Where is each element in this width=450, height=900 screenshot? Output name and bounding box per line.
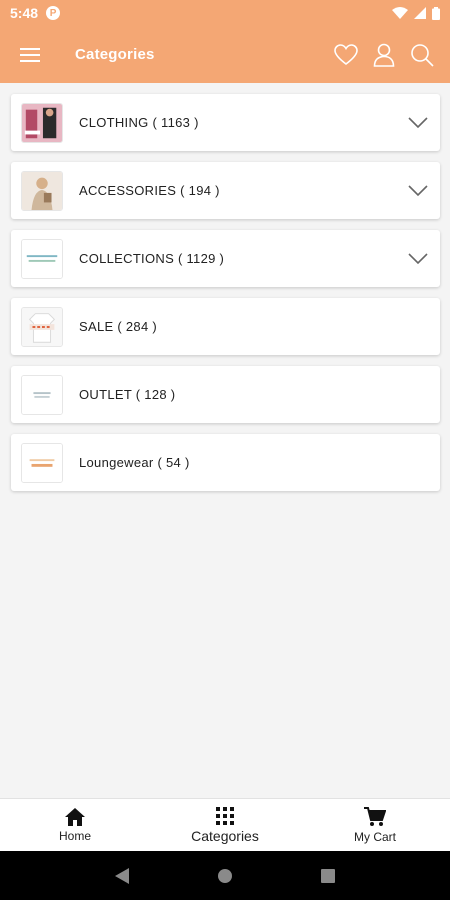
- wishlist-button[interactable]: [332, 41, 360, 69]
- status-time: 5:48: [10, 5, 39, 21]
- category-item-accessories[interactable]: ACCESSORIES ( 194 ): [11, 162, 440, 219]
- account-button[interactable]: [370, 41, 398, 69]
- cart-icon: [364, 806, 386, 826]
- back-button[interactable]: [107, 861, 137, 891]
- category-label: CLOTHING ( 1163 ): [79, 115, 199, 130]
- accessories-thumbnail: [21, 170, 63, 211]
- category-list: CLOTHING ( 1163 ) ACCESSORIES ( 194 ) CO…: [0, 83, 450, 502]
- home-system-button[interactable]: [210, 861, 240, 891]
- battery-icon: [432, 6, 440, 20]
- recents-square-icon: [321, 868, 336, 883]
- page-title: Categories: [75, 46, 155, 63]
- back-triangle-icon: [114, 867, 129, 884]
- category-label: SALE ( 284 ): [79, 319, 158, 334]
- user-icon: [373, 43, 395, 67]
- status-icons: [392, 6, 440, 20]
- home-circle-icon: [217, 868, 232, 883]
- sale-thumbnail: [21, 306, 63, 347]
- app-notification-icon: P: [46, 6, 61, 20]
- collections-thumbnail: [21, 238, 63, 279]
- category-item-collections[interactable]: COLLECTIONS ( 1129 ): [11, 230, 440, 287]
- grid-icon: [216, 806, 234, 825]
- app-bar-actions: [332, 41, 450, 69]
- wifi-icon: [392, 7, 408, 19]
- nav-cart[interactable]: My Cart: [300, 799, 450, 851]
- nav-categories[interactable]: Categories: [150, 799, 300, 851]
- category-label: ACCESSORIES ( 194 ): [79, 183, 220, 198]
- recents-button[interactable]: [313, 861, 343, 891]
- chevron-down-icon[interactable]: [406, 247, 430, 271]
- category-label: OUTLET ( 128 ): [79, 387, 176, 402]
- category-item-clothing[interactable]: CLOTHING ( 1163 ): [11, 94, 440, 151]
- category-item-loungewear[interactable]: Loungewear ( 54 ): [11, 434, 440, 491]
- bottom-navigation: Home Categories My Cart: [0, 798, 450, 851]
- chevron-down-icon[interactable]: [406, 111, 430, 135]
- category-label: Loungewear ( 54 ): [79, 455, 190, 470]
- signal-icon: [414, 7, 426, 19]
- menu-button[interactable]: [0, 26, 60, 83]
- category-label: COLLECTIONS ( 1129 ): [79, 251, 225, 266]
- clothing-thumbnail: [21, 102, 63, 143]
- category-item-sale[interactable]: SALE ( 284 ): [11, 298, 440, 355]
- nav-home[interactable]: Home: [0, 799, 150, 851]
- search-button[interactable]: [408, 41, 436, 69]
- app-bar: Categories: [0, 26, 450, 83]
- loungewear-thumbnail: [21, 442, 63, 483]
- search-icon: [411, 43, 434, 67]
- heart-icon: [334, 43, 358, 65]
- system-navigation-bar: [0, 851, 450, 900]
- hamburger-icon: [20, 47, 40, 62]
- category-item-outlet[interactable]: OUTLET ( 128 ): [11, 366, 440, 423]
- status-bar: 5:48 P: [0, 0, 450, 26]
- home-icon: [65, 807, 85, 826]
- nav-categories-label: Categories: [191, 827, 259, 844]
- outlet-thumbnail: [21, 374, 63, 415]
- nav-cart-label: My Cart: [354, 829, 396, 844]
- chevron-down-icon[interactable]: [406, 179, 430, 203]
- nav-home-label: Home: [58, 828, 91, 843]
